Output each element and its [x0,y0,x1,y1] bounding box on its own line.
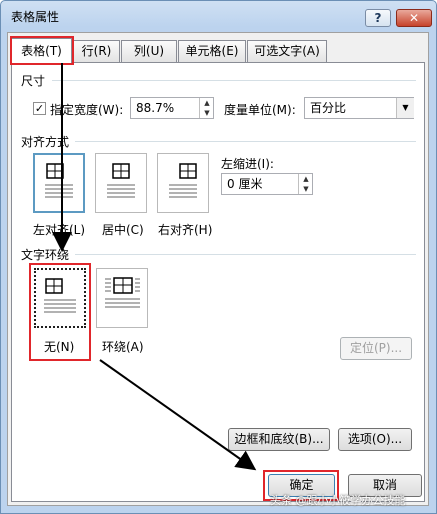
spin-down-icon[interactable]: ▼ [200,108,214,118]
positioning-button[interactable]: 定位(P)... [340,337,412,360]
tab-row[interactable]: 行(R) [73,40,120,62]
title-bar[interactable]: 表格属性 ? ✕ [1,0,434,30]
spin-up-icon[interactable]: ▲ [200,98,214,108]
help-button[interactable]: ? [365,9,391,27]
tab-alt-text[interactable]: 可选文字(A) [247,40,327,62]
align-center-icon [107,163,135,198]
wrapping-section-label: 文字环绕 [21,248,70,262]
tab-column[interactable]: 列(U) [121,40,177,62]
wrap-around-label: 环绕(A) [102,340,144,354]
wrap-none-label: 无(N) [44,340,75,354]
close-button[interactable]: ✕ [396,9,432,27]
measure-in-value: 百分比 [310,101,347,115]
borders-shading-button[interactable]: 边框和底纹(B)... [228,428,330,451]
align-right-option[interactable] [157,153,209,213]
spin-up-icon[interactable]: ▲ [299,174,313,184]
alignment-divider [75,141,416,142]
watermark-text: 头条 @跟小小筱学办公技能 [270,494,406,507]
preferred-width-checkbox[interactable]: ✓ [33,102,46,115]
align-left-label: 左对齐(L) [33,223,86,237]
measure-in-label: 度量单位(M): [224,103,296,117]
align-center-option[interactable] [95,153,147,213]
wrapping-divider [75,254,416,255]
preferred-width-label: 指定宽度(W): [50,103,124,117]
alignment-section-label: 对齐方式 [21,135,70,149]
chevron-down-icon[interactable]: ▼ [396,98,414,118]
wrap-around-option[interactable] [96,268,148,328]
indent-label: 左缩进(I): [221,157,274,171]
indent-spinner[interactable]: ▲ ▼ [298,174,313,194]
align-center-label: 居中(C) [102,223,144,237]
options-button[interactable]: 选项(O)... [338,428,412,451]
preferred-width-value: 88.7% [136,101,175,115]
align-left-icon [45,163,73,198]
size-divider [52,80,416,81]
size-section-label: 尺寸 [21,74,46,88]
tab-table-highlight [10,36,74,65]
align-left-option[interactable] [33,153,85,213]
window-title: 表格属性 [11,10,60,24]
align-right-label: 右对齐(H) [158,223,213,237]
tab-cell[interactable]: 单元格(E) [178,40,246,62]
preferred-width-spinner[interactable]: ▲ ▼ [199,98,214,118]
spin-down-icon[interactable]: ▼ [299,184,313,194]
wrap-around-icon [105,277,140,308]
indent-value: 0 厘米 [227,177,263,191]
align-right-icon [169,163,197,198]
